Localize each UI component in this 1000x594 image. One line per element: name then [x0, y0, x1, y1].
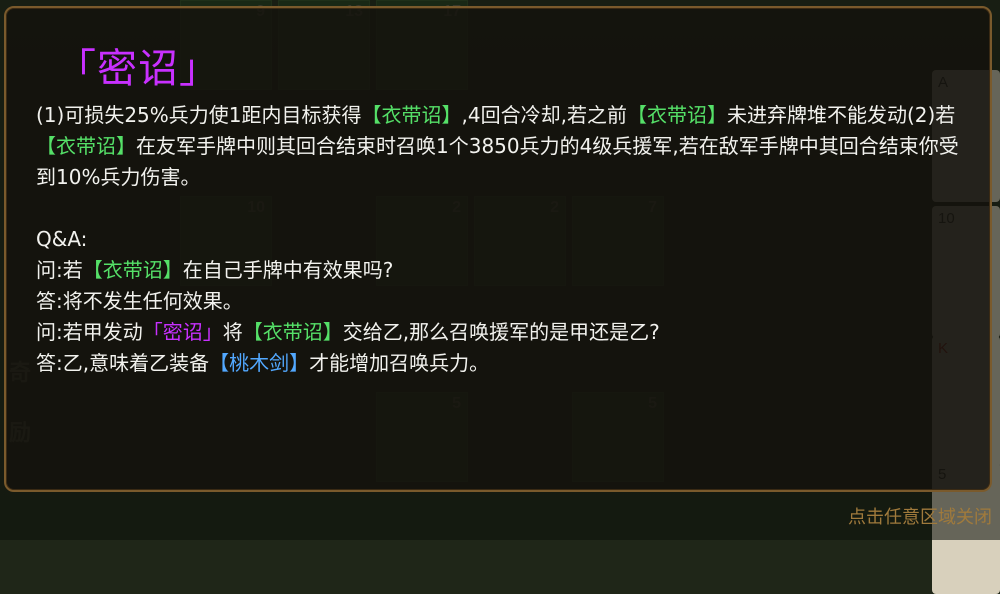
qa-text: 答:乙,意味着乙装备	[36, 351, 210, 375]
qa-text: 问:若甲发动	[36, 320, 143, 344]
card-description: (1)可损失25%兵力使1距内目标获得【衣带诏】,4回合冷却,若之前【衣带诏】未…	[36, 100, 966, 379]
card-title: 「密诏」	[56, 46, 220, 92]
keyword-taomujian: 【桃木剑】	[209, 351, 310, 375]
keyword-yidaizhao: 【衣带诏】	[361, 103, 462, 127]
keyword-yidaizhao: 【衣带诏】	[36, 134, 136, 158]
effect-text-part: 未进弃牌堆不能发动(2)若	[726, 103, 956, 127]
effect-text-part: (1)可损失25%兵力使1距内目标获得	[36, 103, 362, 127]
qa-text: 才能增加召唤兵力。	[309, 351, 490, 375]
qa-line: 问:若甲发动「密诏」将【衣带诏】交给乙,那么召唤援军的是甲还是乙?	[36, 317, 966, 348]
qa-text: 将	[222, 320, 243, 344]
effect-text-part: 在友军手牌中则其回合结束时召唤1个3850兵力的4级兵援军,若在敌军手牌中其回合…	[36, 134, 959, 189]
qa-line: 答:将不发生任何效果。	[36, 289, 243, 313]
qa-text: 交给乙,那么召唤援军的是甲还是乙?	[342, 320, 660, 344]
qa-text: 在自己手牌中有效果吗?	[182, 258, 394, 282]
effect-text-part: ,4回合冷却,若之前	[461, 103, 627, 127]
keyword-yidaizhao: 【衣带诏】	[242, 320, 343, 344]
close-hint[interactable]: 点击任意区域关闭	[848, 506, 992, 530]
qa-text: 问:若	[36, 258, 83, 282]
keyword-mizhao: 「密诏」	[142, 320, 223, 344]
qa-header: Q&A:	[36, 227, 88, 251]
card-detail-panel[interactable]: 「密诏」 (1)可损失25%兵力使1距内目标获得【衣带诏】,4回合冷却,若之前【…	[4, 6, 992, 492]
keyword-yidaizhao: 【衣带诏】	[626, 103, 727, 127]
keyword-yidaizhao: 【衣带诏】	[82, 258, 183, 282]
effect-text: (1)可损失25%兵力使1距内目标获得【衣带诏】,4回合冷却,若之前【衣带诏】未…	[36, 100, 966, 193]
qa-line: 问:若【衣带诏】在自己手牌中有效果吗?	[36, 255, 966, 286]
qa-line: 答:乙,意味着乙装备【桃木剑】才能增加召唤兵力。	[36, 348, 966, 379]
